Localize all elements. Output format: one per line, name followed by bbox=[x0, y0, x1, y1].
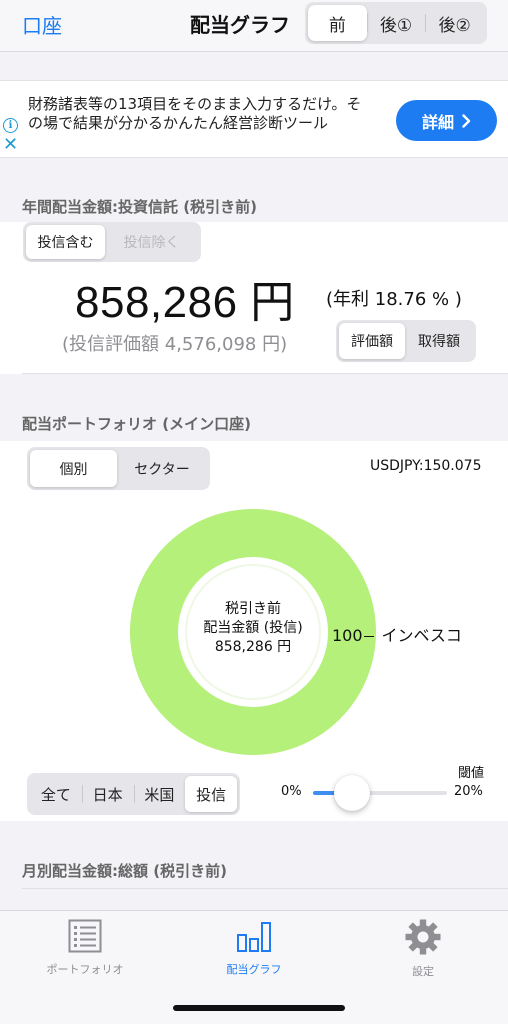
divider bbox=[22, 888, 508, 889]
basis-market-value[interactable]: 評価額 bbox=[339, 323, 405, 359]
center-label-tax: 税引き前 bbox=[225, 601, 281, 617]
gear-icon bbox=[405, 919, 441, 955]
tab-portfolio[interactable]: ポートフォリオ bbox=[15, 919, 155, 977]
portfolio-header: 配当ポートフォリオ (メイン口座) bbox=[22, 415, 251, 433]
basis-acquisition-cost[interactable]: 取得額 bbox=[405, 323, 473, 359]
annual-dividend-amount: 858,286 円 bbox=[75, 278, 295, 327]
center-label-amount: 858,286 円 bbox=[214, 639, 292, 655]
tab-dividend-graph-label: 配当グラフ bbox=[226, 963, 282, 976]
slider-min-label: 0% bbox=[281, 784, 302, 799]
portfolio-view-toggle: 個別 セクター bbox=[27, 447, 210, 490]
slice-leader-line bbox=[363, 635, 374, 638]
include-funds-option[interactable]: 投信含む bbox=[26, 225, 105, 259]
chevron-right-icon bbox=[462, 113, 471, 128]
market-filter: 全て 日本 米国 投信 bbox=[27, 773, 240, 815]
valuation-basis-toggle: 評価額 取得額 bbox=[336, 320, 476, 362]
back-button-account[interactable]: 口座 bbox=[22, 10, 62, 39]
ad-details-label: 詳細 bbox=[421, 112, 454, 132]
navigation-bar: 口座 配当グラフ 前 後① 後② bbox=[0, 0, 508, 52]
donut-center-label: 税引き前 配当金額 (投信) 858,286 円 bbox=[184, 600, 322, 657]
ad-close-icon[interactable]: ✕ bbox=[3, 136, 18, 154]
annual-yield: (年利 18.76 % ) bbox=[326, 289, 462, 310]
segment-before-tax[interactable]: 前 bbox=[308, 5, 367, 41]
exclude-funds-option[interactable]: 投信除く bbox=[105, 225, 198, 259]
fx-rate: USDJPY:150.075 bbox=[370, 458, 482, 474]
segment-after-tax-2[interactable]: 後② bbox=[425, 5, 484, 41]
ad-banner[interactable]: 財務諸表等の13項目をそのまま入力するだけ。その場で結果が分かるかんたん経営診断… bbox=[0, 80, 508, 158]
home-indicator bbox=[173, 1005, 345, 1011]
ad-details-button[interactable]: 詳細 bbox=[396, 100, 497, 141]
filter-us[interactable]: 米国 bbox=[133, 776, 186, 812]
slice-category-label: インベスコ bbox=[381, 626, 462, 645]
ad-info-icon[interactable]: i bbox=[3, 118, 18, 133]
tab-dividend-graph[interactable]: 配当グラフ bbox=[184, 919, 324, 977]
fund-valuation: (投信評価額 4,576,098 円) bbox=[62, 334, 288, 355]
bar-chart-icon bbox=[237, 922, 271, 952]
filter-japan[interactable]: 日本 bbox=[81, 776, 134, 812]
threshold-label: 閾値 bbox=[458, 766, 485, 781]
tab-settings-label: 設定 bbox=[412, 965, 434, 978]
list-icon bbox=[68, 919, 102, 953]
slice-percent-label: 100 bbox=[332, 626, 363, 645]
slider-max-label: 20% bbox=[454, 784, 483, 799]
tab-portfolio-label: ポートフォリオ bbox=[46, 963, 124, 976]
filter-funds[interactable]: 投信 bbox=[185, 776, 237, 812]
slice-label: 100 インベスコ bbox=[332, 622, 462, 646]
tab-settings[interactable]: 設定 bbox=[353, 919, 493, 979]
annual-dividend-header: 年間配当金額:投資信託 (税引き前) bbox=[22, 198, 257, 216]
view-individual[interactable]: 個別 bbox=[30, 450, 117, 487]
page-title: 配当グラフ bbox=[190, 13, 290, 37]
center-label-type: 配当金額 (投信) bbox=[203, 620, 303, 636]
monthly-dividend-header: 月別配当金額:総額 (税引き前) bbox=[22, 862, 227, 880]
divider bbox=[22, 373, 508, 374]
view-sector[interactable]: セクター bbox=[117, 450, 207, 487]
segment-after-tax-1[interactable]: 後① bbox=[366, 5, 426, 41]
tax-mode-segmented-control: 前 後① 後② bbox=[305, 2, 487, 44]
ad-text: 財務諸表等の13項目をそのまま入力するだけ。その場で結果が分かるかんたん経営診断… bbox=[28, 95, 362, 132]
fund-include-toggle: 投信含む 投信除く bbox=[23, 222, 201, 262]
threshold-slider-track[interactable] bbox=[313, 791, 447, 795]
filter-all[interactable]: 全て bbox=[30, 776, 82, 812]
